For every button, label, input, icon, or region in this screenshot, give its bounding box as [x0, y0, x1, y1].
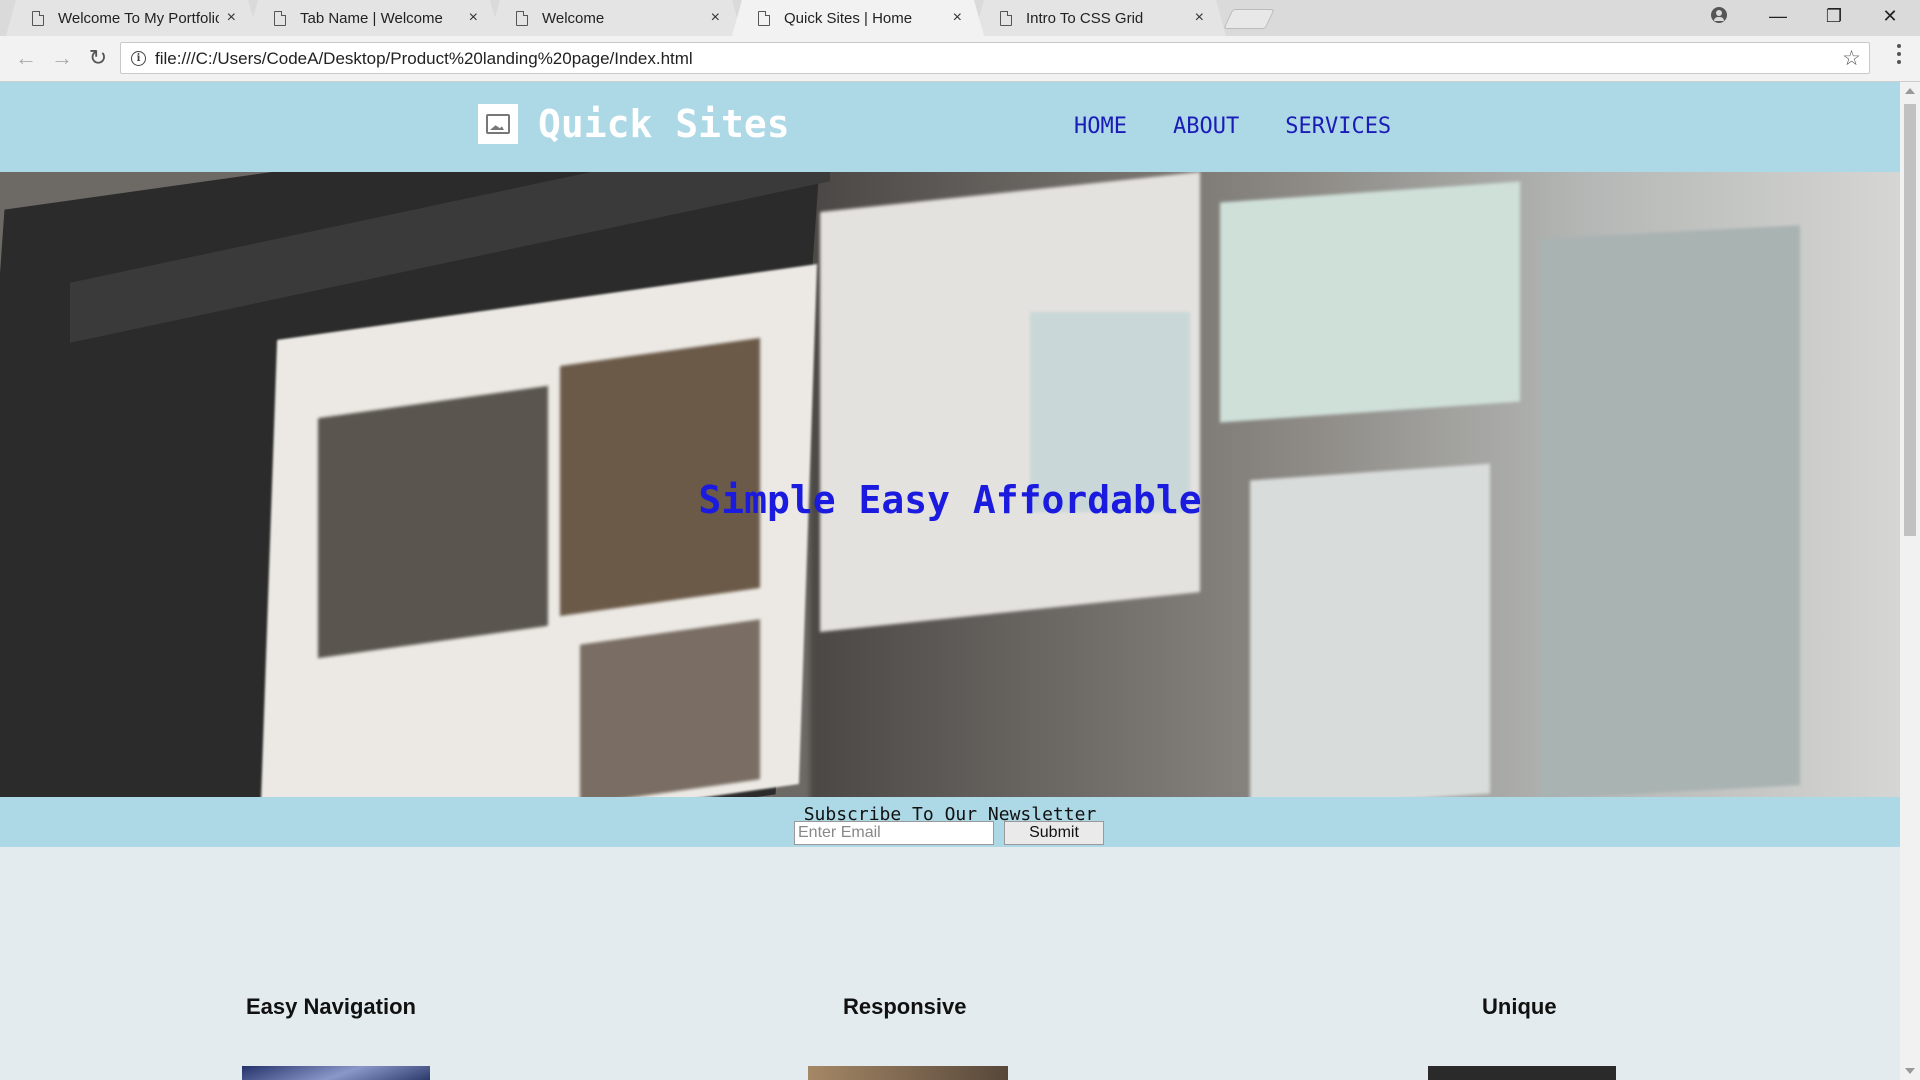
site-header: Quick Sites HOME ABOUT SERVICES: [0, 82, 1900, 172]
document-icon: [274, 11, 286, 26]
browser-toolbar: ← → ↻ i file:///C:/Users/CodeA/Desktop/P…: [0, 36, 1920, 82]
browser-tab-quick-sites[interactable]: Quick Sites | Home ×: [732, 0, 984, 36]
browser-tab-tab-name[interactable]: Tab Name | Welcome ×: [248, 0, 500, 36]
browser-tab-strip: Welcome To My Portfolio × Tab Name | Wel…: [0, 0, 1920, 36]
scrollbar-thumb[interactable]: [1904, 104, 1916, 536]
profile-icon[interactable]: [1711, 7, 1727, 23]
hero-photo-coffee: [580, 619, 760, 797]
address-bar[interactable]: i file:///C:/Users/CodeA/Desktop/Product…: [120, 42, 1870, 74]
info-icon[interactable]: i: [131, 51, 146, 66]
forward-arrow-icon[interactable]: →: [48, 44, 76, 72]
browser-menu-icon[interactable]: [1896, 44, 1902, 64]
tab-title: Intro To CSS Grid: [1026, 9, 1144, 27]
browser-tab-welcome[interactable]: Welcome ×: [490, 0, 742, 36]
close-tab-icon[interactable]: ×: [953, 9, 962, 27]
back-arrow-icon[interactable]: ←: [12, 44, 40, 72]
reload-icon[interactable]: ↻: [84, 44, 112, 72]
feature-image-responsive: [808, 1066, 1008, 1080]
new-tab-button[interactable]: [1223, 9, 1275, 29]
browser-tab-portfolio[interactable]: Welcome To My Portfolio ×: [6, 0, 258, 36]
feature-image-unique: [1428, 1066, 1616, 1080]
submit-button[interactable]: Submit: [1004, 821, 1104, 845]
site-brand-title: Quick Sites: [538, 102, 790, 146]
feature-image-easy-navigation: [242, 1066, 430, 1080]
minimize-button[interactable]: —: [1750, 0, 1806, 32]
close-tab-icon[interactable]: ×: [711, 9, 720, 27]
nav-link-about[interactable]: ABOUT: [1173, 114, 1239, 139]
url-text[interactable]: file:///C:/Users/CodeA/Desktop/Product%2…: [155, 49, 693, 69]
document-icon: [758, 11, 770, 26]
image-placeholder-icon: [486, 114, 510, 134]
browser-tab-css-grid[interactable]: Intro To CSS Grid ×: [974, 0, 1226, 36]
hero-title: Simple Easy Affordable: [698, 478, 1202, 522]
feature-title-responsive: Responsive: [843, 994, 967, 1019]
feature-title-easy-navigation: Easy Navigation: [246, 994, 416, 1019]
site-logo[interactable]: [478, 104, 518, 144]
email-input[interactable]: [794, 821, 994, 845]
close-tab-icon[interactable]: ×: [469, 9, 478, 27]
scroll-down-arrow-icon[interactable]: [1905, 1068, 1915, 1074]
document-icon: [32, 11, 44, 26]
close-tab-icon[interactable]: ×: [227, 9, 236, 27]
bookmark-star-icon[interactable]: ☆: [1842, 46, 1861, 71]
hero-banner: Simple Easy Affordable: [0, 172, 1900, 797]
newsletter-section: Subscribe To Our Newsletter Submit: [0, 797, 1900, 847]
nav-link-services[interactable]: SERVICES: [1285, 114, 1391, 139]
hero-photo-baristas: [318, 385, 548, 659]
hero-photo-laptop: [560, 337, 760, 617]
site-nav: HOME ABOUT SERVICES: [1074, 114, 1391, 139]
maximize-button[interactable]: ❐: [1806, 0, 1862, 32]
page-scrollbar[interactable]: [1900, 82, 1920, 1080]
document-icon: [516, 11, 528, 26]
close-window-button[interactable]: ✕: [1862, 0, 1918, 32]
tab-title: Welcome To My Portfolio: [58, 9, 219, 27]
feature-title-unique: Unique: [1482, 994, 1557, 1019]
close-tab-icon[interactable]: ×: [1195, 9, 1204, 27]
hero-mockup-tile: [1220, 181, 1520, 423]
document-icon: [1000, 11, 1012, 26]
tab-title: Tab Name | Welcome: [300, 9, 443, 27]
scroll-up-arrow-icon[interactable]: [1905, 88, 1915, 94]
nav-link-home[interactable]: HOME: [1074, 114, 1127, 139]
tab-title: Quick Sites | Home: [784, 9, 913, 27]
tab-title: Welcome: [542, 9, 605, 27]
page-viewport: Quick Sites HOME ABOUT SERVICES Simple E…: [0, 82, 1900, 1080]
